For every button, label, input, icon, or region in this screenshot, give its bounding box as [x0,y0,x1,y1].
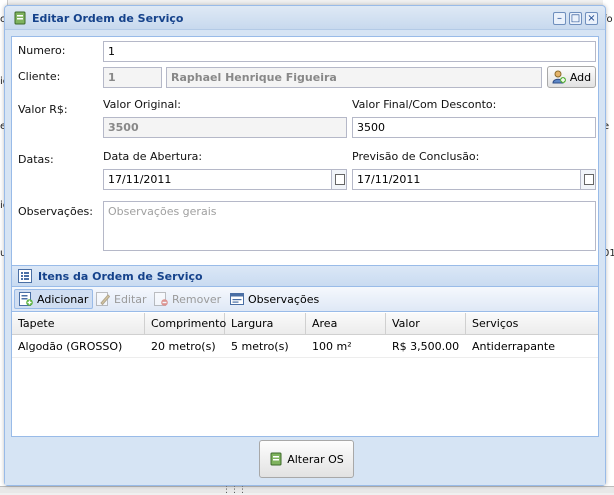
observacoes-textarea[interactable]: Observações gerais [103,201,596,251]
editar-label: Editar [114,292,147,306]
window-title: Editar Ordem de Serviço [32,12,184,25]
alterar-os-button[interactable]: Alterar OS [259,440,354,478]
add-client-button[interactable]: Add [547,66,596,88]
column-header-tapete[interactable]: Tapete [12,313,145,335]
column-header-servicos[interactable]: Serviços [466,313,598,335]
window-footer: Alterar OS [5,437,605,485]
cell-comprimento: 20 metro(s) [151,340,216,353]
add-list-icon [19,292,33,306]
alterar-os-label: Alterar OS [287,452,344,466]
cell-largura: 5 metro(s) [231,340,289,353]
add-client-label: Add [569,70,592,84]
minimize-icon[interactable]: – [553,12,566,25]
adicionar-button[interactable]: Adicionar [14,289,94,309]
datas-label: Datas: [18,153,54,166]
valor-original-label: Valor Original: [103,98,181,111]
numero-field[interactable]: 1 [103,41,596,62]
numero-label: Numero: [18,44,66,57]
previsao-conclusao-value: 17/11/2011 [357,173,421,186]
valor-final-field[interactable]: 3500 [352,117,596,138]
edit-service-order-window: Editar Ordem de Serviço – □ × Numero: 1 … [4,5,606,486]
observacoes-button[interactable]: Observações [226,289,323,309]
cliente-name-field[interactable]: Raphael Henrique Figueira [166,67,542,88]
remover-button[interactable]: Remover [150,289,225,309]
column-header-valor[interactable]: Valor [386,313,466,335]
data-abertura-value: 17/11/2011 [108,173,172,186]
itens-panel-header: Itens da Ordem de Serviço [12,265,598,287]
cell-servicos: Antiderrapante [472,340,555,353]
notes-icon [230,293,244,305]
previsao-conclusao-field[interactable]: 17/11/2011 [352,169,596,190]
itens-grid-header: Tapete Comprimento Largura Area Valor Se… [12,313,598,335]
cell-area: 100 m² [312,340,352,353]
itens-toolbar: Adicionar Editar Remover Observações [12,287,598,312]
edit-icon [96,292,110,306]
itens-panel-title: Itens da Ordem de Serviço [38,270,203,283]
cell-tapete: Algodão (GROSSO) [18,340,123,353]
valor-label: Valor R$: [18,103,68,116]
cliente-label: Cliente: [18,70,61,83]
calendar-icon[interactable] [580,170,595,189]
resize-grip-icon[interactable]: ⋮⋮⋮ [222,485,247,495]
save-order-icon [270,452,282,466]
column-header-comprimento[interactable]: Comprimento [145,313,226,335]
column-header-area[interactable]: Area [306,313,386,335]
cell-valor: R$ 3,500.00 [392,340,460,353]
close-icon[interactable]: × [585,12,598,25]
calendar-icon[interactable] [331,170,346,189]
remove-icon [154,292,168,306]
add-user-icon [552,70,566,84]
remover-label: Remover [172,292,222,306]
list-icon [18,269,32,283]
valor-final-label: Valor Final/Com Desconto: [352,98,497,111]
observacoes-label: Observações: [18,205,93,218]
cliente-id-field[interactable]: 1 [103,67,162,88]
valor-original-field[interactable]: 3500 [103,117,347,138]
data-abertura-field[interactable]: 17/11/2011 [103,169,347,190]
previsao-conclusao-label: Previsão de Conclusão: [352,150,480,163]
maximize-icon[interactable]: □ [569,12,582,25]
service-order-icon [14,11,26,25]
editar-button[interactable]: Editar [92,289,151,309]
adicionar-label: Adicionar [37,292,89,306]
data-abertura-label: Data de Abertura: [103,150,203,163]
column-header-largura[interactable]: Largura [225,313,306,335]
background-status-bar: ⋮⋮⋮ [0,485,614,495]
window-header[interactable]: Editar Ordem de Serviço – □ × [5,6,605,30]
observacoes-toolbar-label: Observações [248,292,320,306]
table-row[interactable]: Algodão (GROSSO) 20 metro(s) 5 metro(s) … [12,336,598,358]
window-body: Numero: 1 Cliente: 1 Raphael Henrique Fi… [11,36,599,437]
